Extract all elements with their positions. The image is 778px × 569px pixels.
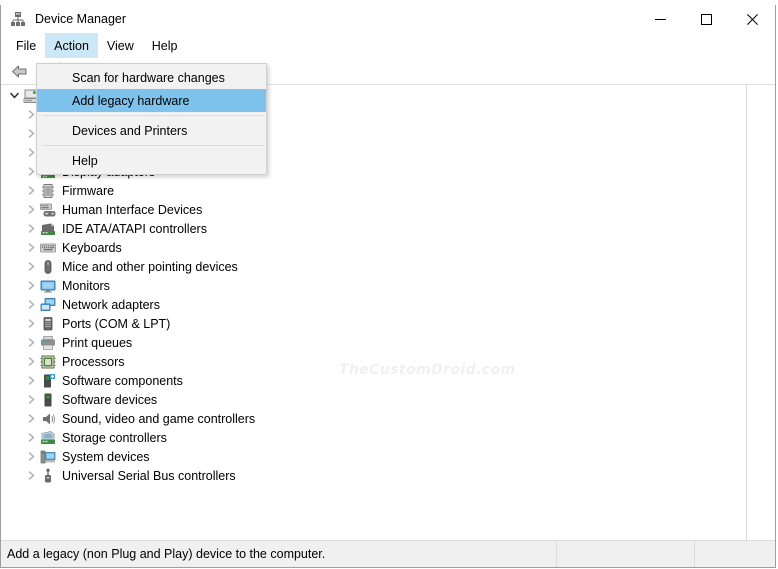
tree-item-label: Network adapters [62,297,160,313]
chevron-right-icon[interactable] [22,410,40,428]
sound-icon [40,411,56,427]
chevron-right-icon[interactable] [22,448,40,466]
chevron-right-icon[interactable] [22,239,40,257]
hid-icon [40,202,56,218]
tree-row-universal-serial-bus-controllers[interactable]: Universal Serial Bus controllers [1,466,746,485]
software-component-icon [40,373,56,389]
tree-row-network-adapters[interactable]: Network adapters [1,295,746,314]
back-button[interactable] [7,60,31,82]
minimize-button[interactable] [637,5,683,33]
tree-item-label: Storage controllers [62,430,167,446]
chevron-right-icon[interactable] [22,277,40,295]
status-panel-three [695,541,775,567]
window-title: Device Manager [35,5,126,33]
network-adapter-icon [40,297,56,313]
chevron-right-icon[interactable] [22,429,40,447]
close-icon [747,14,758,25]
close-button[interactable] [729,5,775,33]
device-manager-window: Device Manager File Action [0,5,776,568]
chevron-right-icon[interactable] [22,296,40,314]
tree-row-ports[interactable]: Ports (COM & LPT) [1,314,746,333]
tree-row-software-devices[interactable]: Software devices [1,390,746,409]
tree-row-processors[interactable]: Processors [1,352,746,371]
tree-row-sound-video-and-game-controllers[interactable]: Sound, video and game controllers [1,409,746,428]
maximize-icon [701,14,712,25]
tree-item-label: Monitors [62,278,110,294]
menu-separator [43,115,264,116]
tree-row-keyboards[interactable]: Keyboards [1,238,746,257]
storage-controller-icon [40,430,56,446]
menu-help[interactable]: Help [143,33,187,58]
maximize-button[interactable] [683,5,729,33]
keyboard-icon [40,240,56,256]
chevron-right-icon[interactable] [22,220,40,238]
chevron-right-icon[interactable] [22,201,40,219]
chevron-right-icon[interactable] [22,353,40,371]
chevron-right-icon[interactable] [22,182,40,200]
tree-item-label: Keyboards [62,240,122,256]
menu-item-add-legacy-hardware[interactable]: Add legacy hardware [37,89,266,112]
processor-icon [40,354,56,370]
software-device-icon [40,392,56,408]
tree-item-label: IDE ATA/ATAPI controllers [62,221,207,237]
chevron-right-icon[interactable] [22,315,40,333]
chevron-right-icon[interactable] [22,391,40,409]
tree-item-label: Software components [62,373,183,389]
tree-item-label: Universal Serial Bus controllers [62,468,236,484]
mouse-icon [40,259,56,275]
chevron-right-icon[interactable] [22,372,40,390]
tree-item-label: Software devices [62,392,157,408]
menu-item-scan-for-hardware-changes[interactable]: Scan for hardware changes [37,66,266,89]
firmware-icon [40,183,56,199]
system-device-icon [40,449,56,465]
chevron-right-icon[interactable] [22,258,40,276]
tree-row-print-queues[interactable]: Print queues [1,333,746,352]
status-bar: Add a legacy (non Plug and Play) device … [1,540,775,567]
tree-row-system-devices[interactable]: System devices [1,447,746,466]
title-bar: Device Manager [1,5,775,33]
tree-row-ide-ata-atapi-controllers[interactable]: IDE ATA/ATAPI controllers [1,219,746,238]
printer-icon [40,335,56,351]
tree-item-label: Firmware [62,183,114,199]
minimize-icon [655,14,666,25]
action-menu-dropdown: Scan for hardware changes Add legacy har… [36,63,267,175]
chevron-down-icon[interactable] [5,87,23,105]
tree-row-software-components[interactable]: Software components [1,371,746,390]
device-manager-icon [10,11,26,27]
chevron-right-icon[interactable] [22,334,40,352]
menu-item-help[interactable]: Help [37,149,266,172]
tree-item-label: Sound, video and game controllers [62,411,255,427]
menu-file[interactable]: File [7,33,45,58]
tree-item-label: Ports (COM & LPT) [62,316,170,332]
tree-row-monitors[interactable]: Monitors [1,276,746,295]
tree-row-mice-and-other-pointing-devices[interactable]: Mice and other pointing devices [1,257,746,276]
usb-icon [40,468,56,484]
chevron-right-icon[interactable] [22,467,40,485]
tree-item-label: Print queues [62,335,132,351]
tree-row-firmware[interactable]: Firmware [1,181,746,200]
tree-item-label: Processors [62,354,125,370]
status-message: Add a legacy (non Plug and Play) device … [1,541,557,567]
caption-button-group [637,5,775,33]
back-arrow-icon [11,64,28,79]
details-pane [747,84,775,540]
menu-action[interactable]: Action [45,33,98,58]
status-panel-two [557,541,695,567]
tree-item-label: Human Interface Devices [62,202,202,218]
port-icon [40,316,56,332]
menu-view[interactable]: View [98,33,143,58]
tree-row-storage-controllers[interactable]: Storage controllers [1,428,746,447]
menu-bar: File Action View Help [1,33,775,58]
ide-controller-icon [40,221,56,237]
monitor-icon [40,278,56,294]
tree-item-label: System devices [62,449,150,465]
tree-row-human-interface-devices[interactable]: Human Interface Devices [1,200,746,219]
menu-item-devices-and-printers[interactable]: Devices and Printers [37,119,266,142]
menu-separator [43,145,264,146]
tree-item-label: Mice and other pointing devices [62,259,238,275]
